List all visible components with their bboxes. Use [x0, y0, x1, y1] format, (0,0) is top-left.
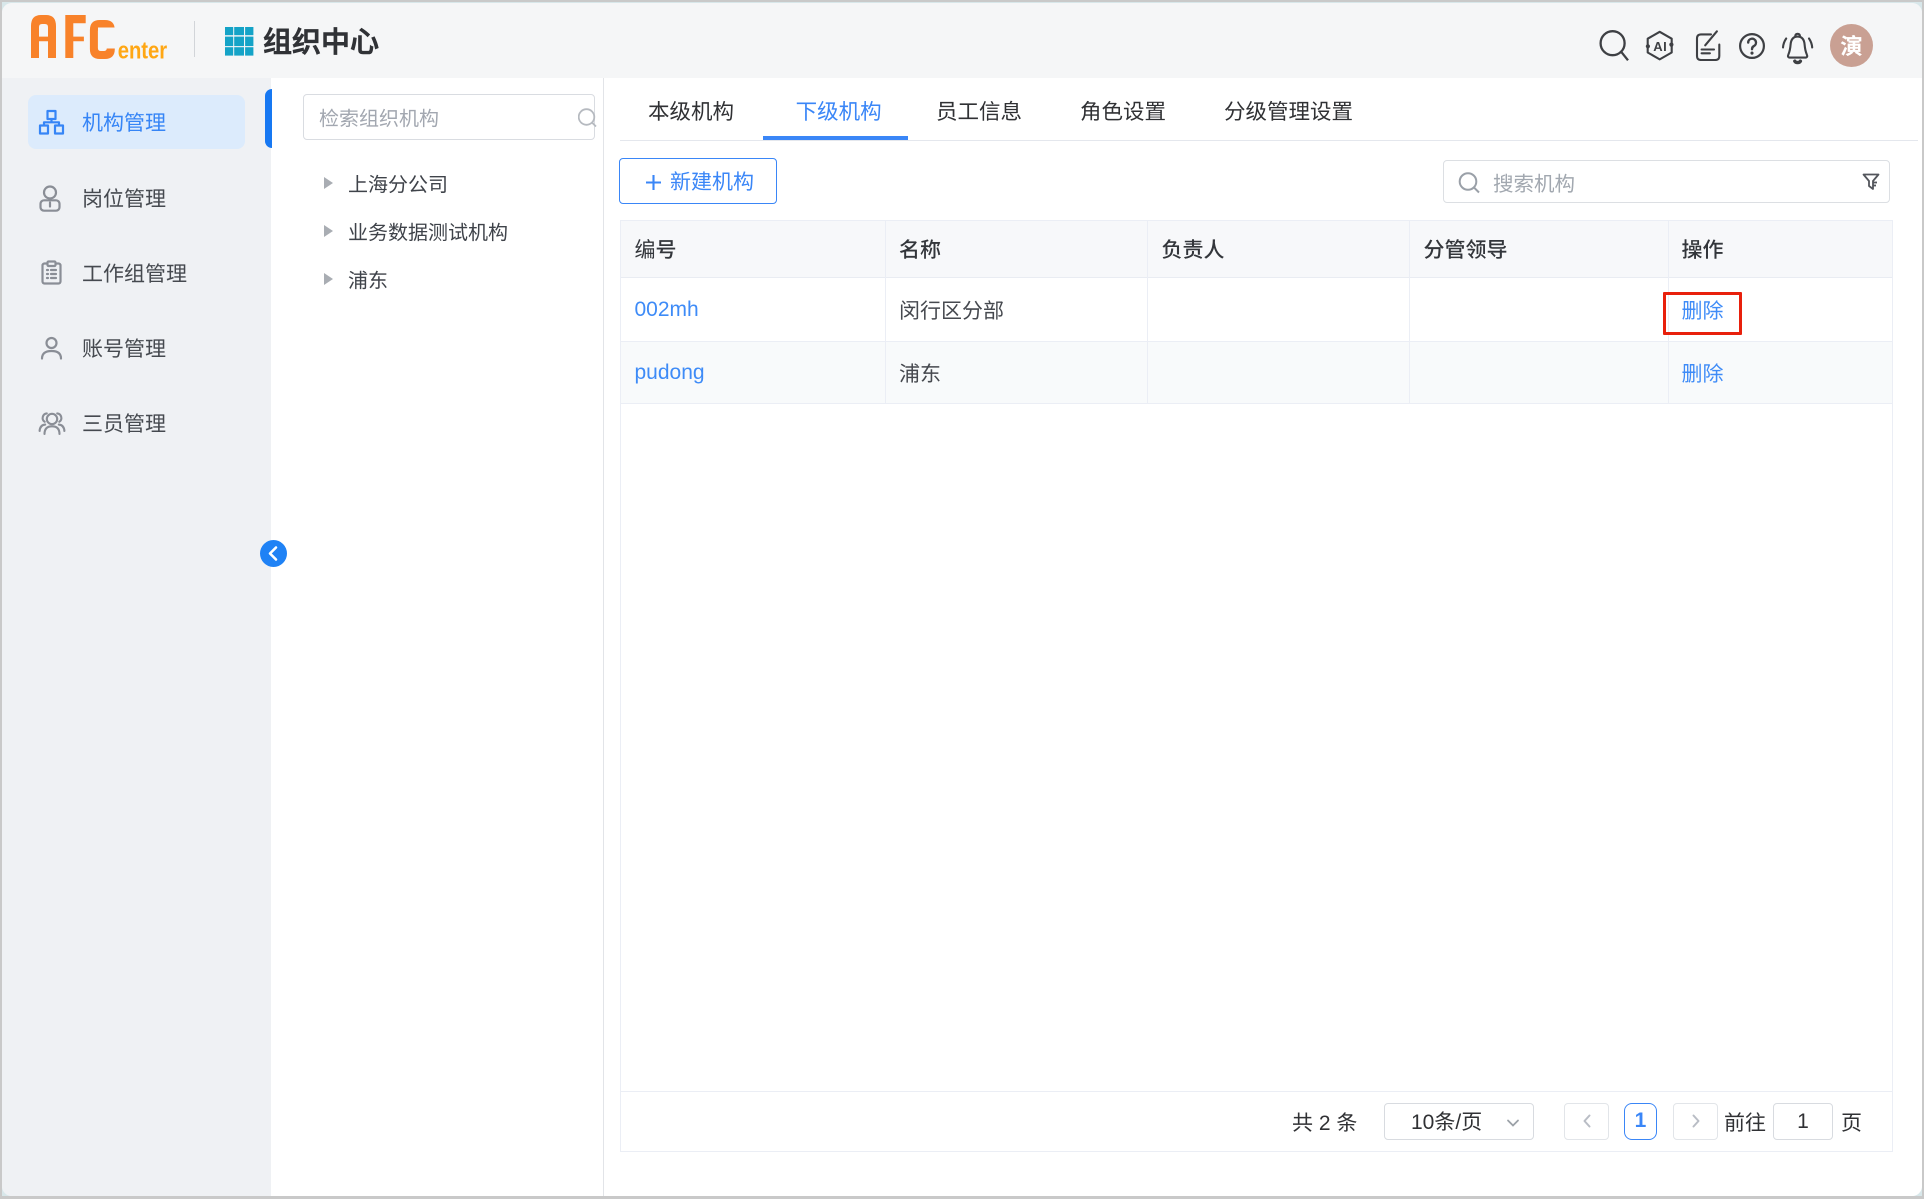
- svg-text:enter: enter: [118, 37, 168, 63]
